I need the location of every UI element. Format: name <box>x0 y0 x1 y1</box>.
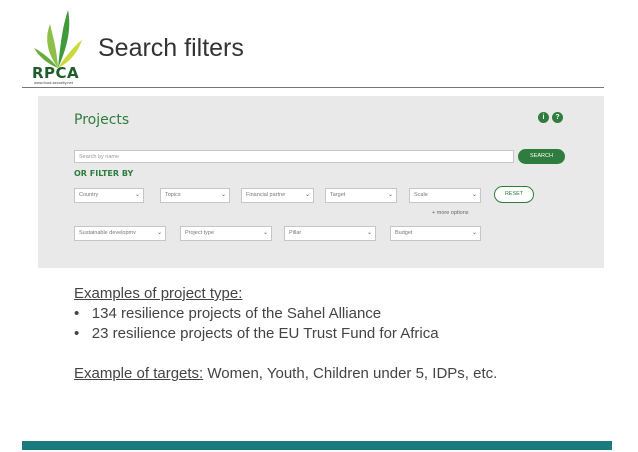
examples-section: Examples of project type: • 134 resilien… <box>74 284 497 384</box>
select-label: Scale <box>414 192 428 198</box>
list-item: • 23 resilience projects of the EU Trust… <box>74 324 497 344</box>
help-icon[interactable]: ? <box>552 112 563 123</box>
bullet-icon: • <box>74 325 80 342</box>
chevron-down-icon: ⌄ <box>471 192 477 198</box>
reset-button[interactable]: RESET <box>494 186 534 203</box>
filter-scale-select[interactable]: Scale ⌄ <box>409 188 481 203</box>
select-label: Topics <box>165 192 181 198</box>
targets-line: Example of targets: Women, Youth, Childr… <box>74 364 497 384</box>
filter-topics-select[interactable]: Topics ⌄ <box>160 188 230 203</box>
select-label: Budget <box>395 230 413 236</box>
filter-pillar-select[interactable]: Pillar ⌄ <box>284 226 376 241</box>
search-button[interactable]: SEARCH <box>518 149 565 164</box>
select-label: Country <box>79 192 99 198</box>
filter-budget-select[interactable]: Budget ⌄ <box>390 226 481 241</box>
logo-subtext: www.food-security.net <box>34 80 73 85</box>
filter-country-select[interactable]: Country ⌄ <box>74 188 144 203</box>
select-label: Sustainable developmv <box>79 230 136 236</box>
list-item-text: 23 resilience projects of the EU Trust F… <box>91 325 439 342</box>
slide-title: Search filters <box>98 34 244 62</box>
filter-financial-partner-select[interactable]: Financial partne ⌄ <box>241 188 314 203</box>
select-label: Financial partne <box>246 192 286 198</box>
projects-search-screenshot: Projects i ? Search by name SEARCH OR FI… <box>38 96 604 268</box>
chevron-down-icon: ⌄ <box>304 192 310 198</box>
bullet-icon: • <box>74 305 80 322</box>
more-options-link[interactable]: + more options <box>432 210 469 216</box>
targets-label: Example of targets: <box>74 365 204 382</box>
chevron-down-icon: ⌄ <box>262 230 268 236</box>
chevron-down-icon: ⌄ <box>387 192 393 198</box>
list-item: • 134 resilience projects of the Sahel A… <box>74 304 497 324</box>
chevron-down-icon: ⌄ <box>134 192 140 198</box>
select-label: Project type <box>185 230 215 236</box>
list-item-text: 134 resilience projects of the Sahel All… <box>91 305 382 322</box>
title-divider <box>22 87 604 88</box>
projects-title: Projects <box>74 112 130 128</box>
chevron-down-icon: ⌄ <box>220 192 226 198</box>
examples-heading: Examples of project type: <box>74 285 243 302</box>
footer-bar <box>22 441 612 450</box>
select-label: Pillar <box>289 230 302 236</box>
targets-text: Women, Youth, Children under 5, IDPs, et… <box>203 365 498 382</box>
filter-sustainable-development-select[interactable]: Sustainable developmv ⌄ <box>74 226 166 241</box>
chevron-down-icon: ⌄ <box>366 230 372 236</box>
select-label: Target <box>330 192 346 198</box>
search-input[interactable]: Search by name <box>74 150 514 163</box>
filter-target-select[interactable]: Target ⌄ <box>325 188 397 203</box>
chevron-down-icon: ⌄ <box>471 230 477 236</box>
info-icon[interactable]: i <box>538 112 549 123</box>
filter-heading: OR FILTER BY <box>74 169 134 178</box>
chevron-down-icon: ⌄ <box>156 230 162 236</box>
filter-project-type-select[interactable]: Project type ⌄ <box>180 226 272 241</box>
